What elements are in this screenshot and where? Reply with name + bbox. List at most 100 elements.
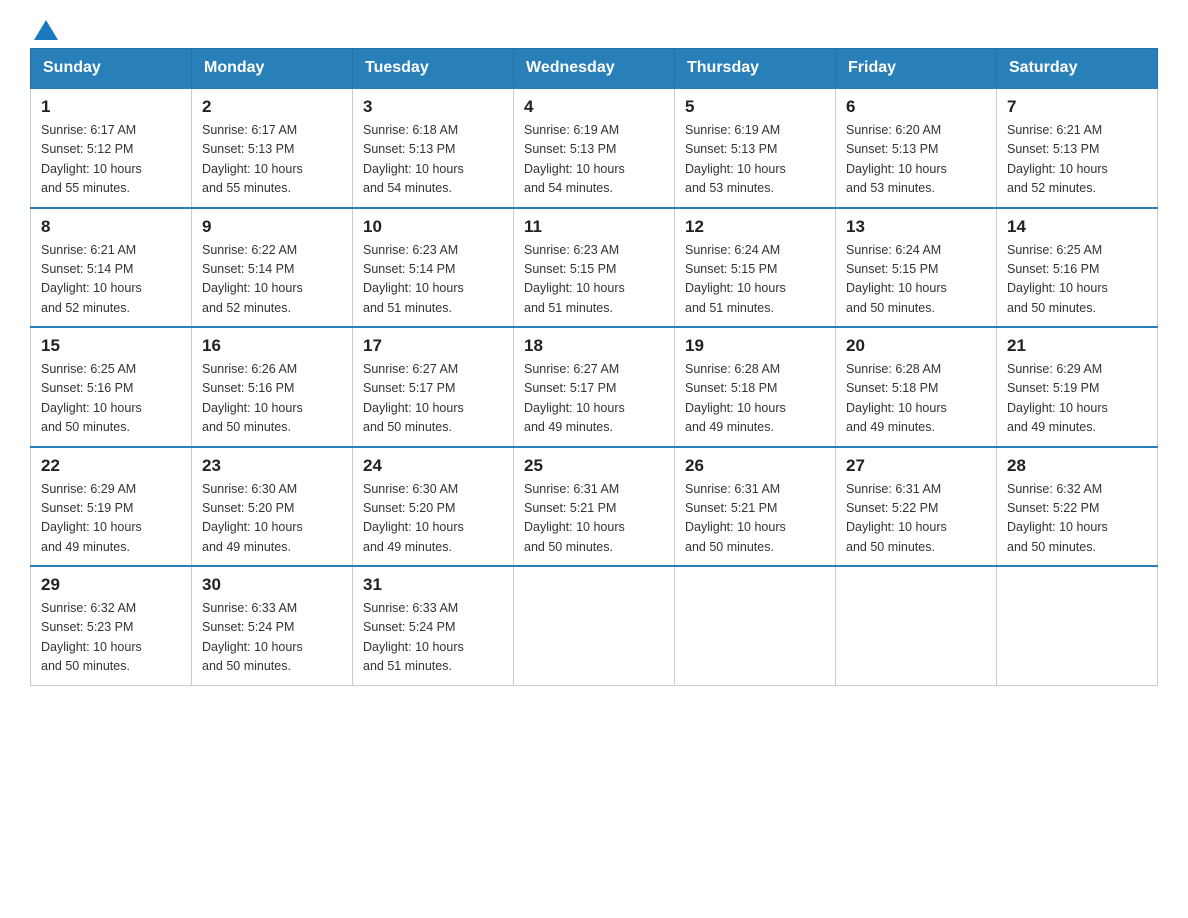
calendar-header-row: SundayMondayTuesdayWednesdayThursdayFrid…: [31, 49, 1158, 89]
day-info: Sunrise: 6:25 AMSunset: 5:16 PMDaylight:…: [1007, 241, 1147, 319]
calendar-week-row: 29 Sunrise: 6:32 AMSunset: 5:23 PMDayligh…: [31, 566, 1158, 685]
calendar-week-row: 22Sunrise: 6:29 AMSunset: 5:19 PMDayligh…: [31, 447, 1158, 567]
calendar-cell: [997, 566, 1158, 685]
calendar-cell: 17 Sunrise: 6:27 AMSunset: 5:17 PMDayligh…: [353, 327, 514, 447]
day-number: 15: [41, 336, 181, 356]
calendar-header-friday: Friday: [836, 49, 997, 89]
calendar-cell: 15 Sunrise: 6:25 AMSunset: 5:16 PMDayligh…: [31, 327, 192, 447]
day-info: Sunrise: 6:31 AMSunset: 5:22 PMDaylight:…: [846, 480, 986, 558]
calendar-cell: [514, 566, 675, 685]
day-number: 10: [363, 217, 503, 237]
day-number: 18: [524, 336, 664, 356]
day-info: Sunrise: 6:27 AMSunset: 5:17 PMDaylight:…: [363, 360, 503, 438]
day-info: Sunrise: 6:33 AMSunset: 5:24 PMDaylight:…: [363, 599, 503, 677]
day-info: Sunrise: 6:30 AMSunset: 5:20 PMDaylight:…: [202, 480, 342, 558]
calendar-cell: 28Sunrise: 6:32 AMSunset: 5:22 PMDayligh…: [997, 447, 1158, 567]
day-number: 29: [41, 575, 181, 595]
calendar-cell: 19 Sunrise: 6:28 AMSunset: 5:18 PMDayligh…: [675, 327, 836, 447]
day-info: Sunrise: 6:28 AMSunset: 5:18 PMDaylight:…: [685, 360, 825, 438]
calendar-cell: 4 Sunrise: 6:19 AMSunset: 5:13 PMDaylight…: [514, 88, 675, 208]
calendar-cell: 18 Sunrise: 6:27 AMSunset: 5:17 PMDayligh…: [514, 327, 675, 447]
calendar-cell: 10 Sunrise: 6:23 AMSunset: 5:14 PMDayligh…: [353, 208, 514, 328]
calendar-cell: 11Sunrise: 6:23 AMSunset: 5:15 PMDayligh…: [514, 208, 675, 328]
calendar-cell: 21 Sunrise: 6:29 AMSunset: 5:19 PMDayligh…: [997, 327, 1158, 447]
calendar-cell: 24 Sunrise: 6:30 AMSunset: 5:20 PMDayligh…: [353, 447, 514, 567]
calendar-header-tuesday: Tuesday: [353, 49, 514, 89]
day-number: 3: [363, 97, 503, 117]
calendar-cell: 2 Sunrise: 6:17 AMSunset: 5:13 PMDaylight…: [192, 88, 353, 208]
calendar-header-thursday: Thursday: [675, 49, 836, 89]
calendar-week-row: 15 Sunrise: 6:25 AMSunset: 5:16 PMDayligh…: [31, 327, 1158, 447]
day-info: Sunrise: 6:30 AMSunset: 5:20 PMDaylight:…: [363, 480, 503, 558]
day-number: 8: [41, 217, 181, 237]
calendar-table: SundayMondayTuesdayWednesdayThursdayFrid…: [30, 48, 1158, 686]
day-number: 19: [685, 336, 825, 356]
day-number: 5: [685, 97, 825, 117]
day-number: 4: [524, 97, 664, 117]
day-number: 27: [846, 456, 986, 476]
calendar-cell: [675, 566, 836, 685]
day-info: Sunrise: 6:17 AMSunset: 5:12 PMDaylight:…: [41, 121, 181, 199]
day-number: 2: [202, 97, 342, 117]
day-number: 16: [202, 336, 342, 356]
day-number: 17: [363, 336, 503, 356]
day-number: 13: [846, 217, 986, 237]
calendar-cell: 12 Sunrise: 6:24 AMSunset: 5:15 PMDayligh…: [675, 208, 836, 328]
day-info: Sunrise: 6:20 AMSunset: 5:13 PMDaylight:…: [846, 121, 986, 199]
day-info: Sunrise: 6:33 AMSunset: 5:24 PMDaylight:…: [202, 599, 342, 677]
day-info: Sunrise: 6:19 AMSunset: 5:13 PMDaylight:…: [685, 121, 825, 199]
calendar-cell: 14 Sunrise: 6:25 AMSunset: 5:16 PMDayligh…: [997, 208, 1158, 328]
day-number: 30: [202, 575, 342, 595]
day-number: 21: [1007, 336, 1147, 356]
calendar-cell: 1 Sunrise: 6:17 AMSunset: 5:12 PMDaylight…: [31, 88, 192, 208]
day-number: 11: [524, 217, 664, 237]
calendar-header-wednesday: Wednesday: [514, 49, 675, 89]
day-number: 12: [685, 217, 825, 237]
day-number: 20: [846, 336, 986, 356]
day-info: Sunrise: 6:19 AMSunset: 5:13 PMDaylight:…: [524, 121, 664, 199]
day-info: Sunrise: 6:32 AMSunset: 5:23 PMDaylight:…: [41, 599, 181, 677]
day-number: 23: [202, 456, 342, 476]
calendar-header-monday: Monday: [192, 49, 353, 89]
calendar-header-saturday: Saturday: [997, 49, 1158, 89]
calendar-cell: 13 Sunrise: 6:24 AMSunset: 5:15 PMDayligh…: [836, 208, 997, 328]
calendar-week-row: 8Sunrise: 6:21 AMSunset: 5:14 PMDaylight…: [31, 208, 1158, 328]
calendar-cell: 27 Sunrise: 6:31 AMSunset: 5:22 PMDayligh…: [836, 447, 997, 567]
day-info: Sunrise: 6:18 AMSunset: 5:13 PMDaylight:…: [363, 121, 503, 199]
calendar-cell: 6 Sunrise: 6:20 AMSunset: 5:13 PMDaylight…: [836, 88, 997, 208]
day-number: 25: [524, 456, 664, 476]
day-info: Sunrise: 6:24 AMSunset: 5:15 PMDaylight:…: [846, 241, 986, 319]
day-info: Sunrise: 6:17 AMSunset: 5:13 PMDaylight:…: [202, 121, 342, 199]
day-info: Sunrise: 6:26 AMSunset: 5:16 PMDaylight:…: [202, 360, 342, 438]
day-info: Sunrise: 6:27 AMSunset: 5:17 PMDaylight:…: [524, 360, 664, 438]
calendar-cell: 16 Sunrise: 6:26 AMSunset: 5:16 PMDayligh…: [192, 327, 353, 447]
calendar-cell: 25 Sunrise: 6:31 AMSunset: 5:21 PMDayligh…: [514, 447, 675, 567]
day-number: 14: [1007, 217, 1147, 237]
day-info: Sunrise: 6:25 AMSunset: 5:16 PMDaylight:…: [41, 360, 181, 438]
day-info: Sunrise: 6:21 AMSunset: 5:13 PMDaylight:…: [1007, 121, 1147, 199]
day-info: Sunrise: 6:23 AMSunset: 5:14 PMDaylight:…: [363, 241, 503, 319]
calendar-cell: 9Sunrise: 6:22 AMSunset: 5:14 PMDaylight…: [192, 208, 353, 328]
day-number: 31: [363, 575, 503, 595]
day-info: Sunrise: 6:31 AMSunset: 5:21 PMDaylight:…: [685, 480, 825, 558]
calendar-cell: 5 Sunrise: 6:19 AMSunset: 5:13 PMDaylight…: [675, 88, 836, 208]
day-number: 22: [41, 456, 181, 476]
calendar-cell: 3 Sunrise: 6:18 AMSunset: 5:13 PMDaylight…: [353, 88, 514, 208]
day-info: Sunrise: 6:29 AMSunset: 5:19 PMDaylight:…: [1007, 360, 1147, 438]
day-info: Sunrise: 6:24 AMSunset: 5:15 PMDaylight:…: [685, 241, 825, 319]
day-info: Sunrise: 6:31 AMSunset: 5:21 PMDaylight:…: [524, 480, 664, 558]
calendar-cell: [836, 566, 997, 685]
calendar-cell: 30 Sunrise: 6:33 AMSunset: 5:24 PMDayligh…: [192, 566, 353, 685]
day-number: 1: [41, 97, 181, 117]
day-number: 6: [846, 97, 986, 117]
calendar-cell: 31 Sunrise: 6:33 AMSunset: 5:24 PMDayligh…: [353, 566, 514, 685]
day-info: Sunrise: 6:32 AMSunset: 5:22 PMDaylight:…: [1007, 480, 1147, 558]
calendar-cell: 22Sunrise: 6:29 AMSunset: 5:19 PMDayligh…: [31, 447, 192, 567]
day-info: Sunrise: 6:22 AMSunset: 5:14 PMDaylight:…: [202, 241, 342, 319]
page-header: [30, 20, 1158, 38]
calendar-cell: 7Sunrise: 6:21 AMSunset: 5:13 PMDaylight…: [997, 88, 1158, 208]
calendar-header-sunday: Sunday: [31, 49, 192, 89]
day-number: 26: [685, 456, 825, 476]
day-number: 24: [363, 456, 503, 476]
calendar-cell: 8Sunrise: 6:21 AMSunset: 5:14 PMDaylight…: [31, 208, 192, 328]
